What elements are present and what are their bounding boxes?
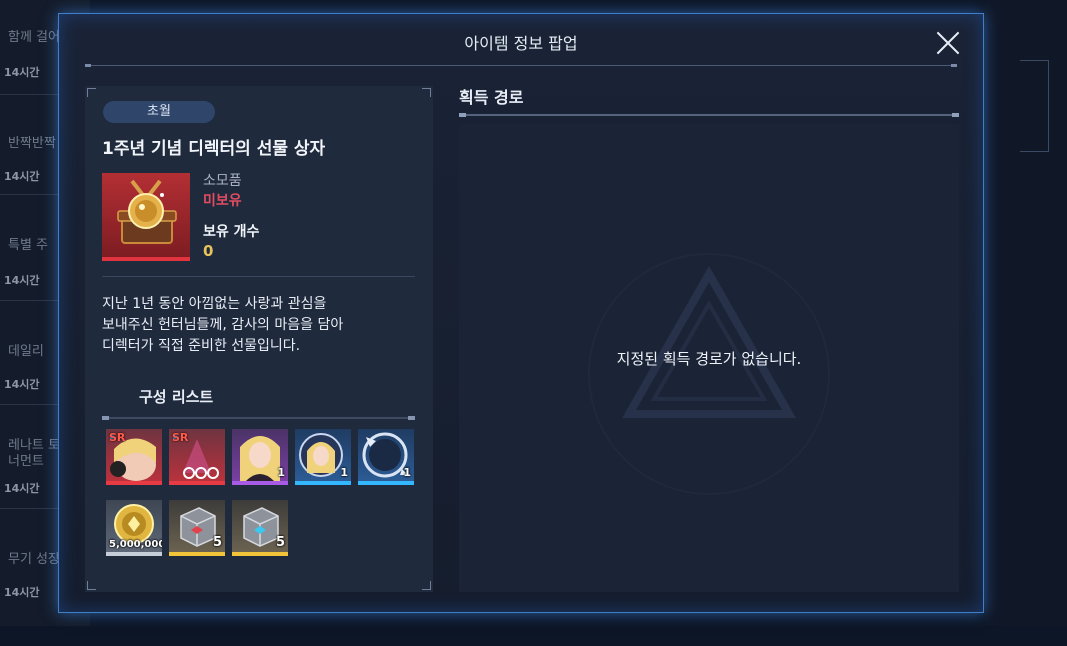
slot-grade: SR (172, 431, 189, 444)
description-line: 지난 1년 동안 아낌없는 사랑과 관심을 (102, 296, 327, 312)
composition-item[interactable]: 5,000,000 (106, 500, 162, 556)
description-divider (102, 276, 415, 277)
composition-list-title: 구성 리스트 (139, 388, 214, 406)
background-mail-time: 14시간 (4, 66, 40, 79)
slot-quantity: 5 (275, 535, 285, 550)
corner-decoration (87, 581, 96, 590)
item-info-popup: 아이템 정보 팝업 초월 1주년 기념 디렉터의 선물 상자 소모품 미보유 보… (58, 13, 984, 613)
empty-route-message: 지정된 획득 경로가 없습니다. (616, 350, 802, 368)
background-mail-time: 14시간 (4, 274, 40, 287)
ownership-status: 미보유 (203, 193, 242, 209)
popup-title: 아이템 정보 팝업 (464, 34, 578, 53)
description-line: 보내주신 헌터님들께, 감사의 마음을 담아 (102, 317, 344, 333)
background-mail-title: 무기 성장 (8, 552, 60, 567)
corner-decoration (422, 88, 431, 97)
route-divider (459, 113, 959, 117)
composition-item[interactable]: SR (106, 429, 162, 485)
item-detail-panel: 초월 1주년 기념 디렉터의 선물 상자 소모품 미보유 보유 개수 0 지난 … (85, 86, 433, 592)
slot-quantity: 1 (277, 466, 285, 479)
background-mail-title: 데일리 (8, 344, 44, 359)
slot-quantity: 5 (212, 535, 222, 550)
item-type: 소모품 (203, 173, 242, 189)
corner-decoration (87, 88, 96, 97)
owned-count-label: 보유 개수 (203, 224, 260, 240)
background-mail-time: 14시간 (4, 586, 40, 599)
background-mail-title: 함께 걸어 (8, 30, 60, 45)
acquisition-route-panel: 지정된 획득 경로가 없습니다. (459, 124, 959, 592)
composition-item[interactable]: SR (169, 429, 225, 485)
item-name: 1주년 기념 디렉터의 선물 상자 (102, 139, 326, 159)
corner-decoration (422, 581, 431, 590)
slot-quantity: 5,000,000 (109, 539, 162, 550)
slot-grade: SR (109, 431, 126, 444)
owned-count-value: 0 (203, 242, 214, 260)
composition-item[interactable]: 1 (358, 429, 414, 485)
composition-item[interactable]: 1 (295, 429, 351, 485)
background-mail-time: 14시간 (4, 482, 40, 495)
grade-badge: 초월 (103, 101, 215, 123)
acquisition-route-title: 획득 경로 (459, 88, 524, 107)
composition-item[interactable]: 5 (232, 500, 288, 556)
composition-item[interactable]: 5 (169, 500, 225, 556)
composition-item[interactable]: 1 (232, 429, 288, 485)
medal-box-icon (102, 173, 190, 261)
background-right-panel (985, 0, 1067, 626)
description-line: 디렉터가 직접 준비한 선물입니다. (102, 338, 301, 354)
background-mail-title: 특별 주 (8, 238, 49, 253)
background-mail-time: 14시간 (4, 378, 40, 391)
item-description: 지난 1년 동안 아낌없는 사랑과 관심을 보내주신 헌터님들께, 감사의 마음… (102, 294, 422, 357)
slot-quantity: 1 (403, 466, 411, 479)
composition-divider (102, 416, 415, 420)
slot-quantity: 1 (340, 466, 348, 479)
close-icon[interactable] (935, 30, 961, 56)
background-arrow-icon (1020, 60, 1049, 152)
background-mail-time: 14시간 (4, 170, 40, 183)
title-divider (85, 64, 957, 67)
